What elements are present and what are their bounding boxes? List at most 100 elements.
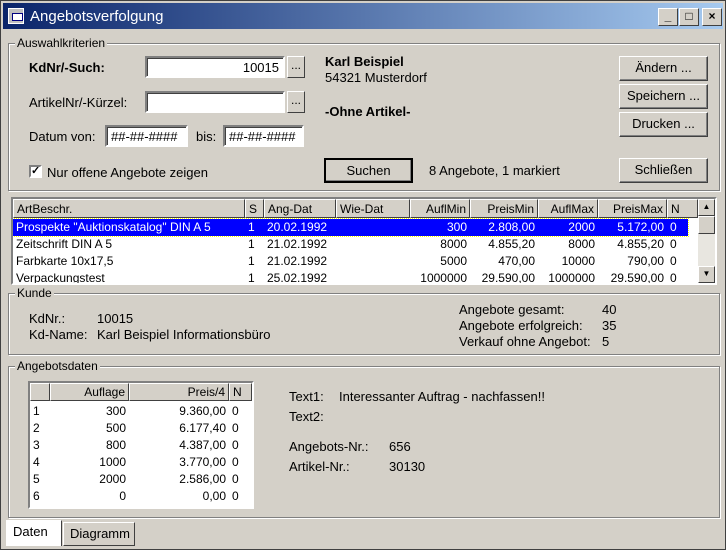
col-preismax[interactable]: PreisMax: [598, 199, 667, 218]
angebotsnr-value: 656: [389, 439, 411, 454]
col-auflmax[interactable]: AuflMax: [538, 199, 598, 218]
kdnr-lookup-button[interactable]: ...: [287, 56, 305, 78]
cell-ang-dat: 21.02.1992: [267, 237, 328, 251]
minimize-button[interactable]: _: [658, 8, 678, 26]
kdnr-input[interactable]: 10015: [145, 56, 285, 78]
cell-auflmin: 300: [446, 220, 467, 234]
grid-cell-auflage: 500: [105, 421, 126, 435]
col-auflmin[interactable]: AuflMin: [410, 199, 470, 218]
grid-cell-n: 0: [232, 438, 239, 452]
table-row[interactable]: Verpackungstest 1 25.02.1992 1000000 29.…: [13, 270, 688, 285]
drucken-button[interactable]: Drucken ...: [619, 112, 708, 137]
selection-group-label: Auswahlkriterien: [15, 36, 108, 50]
maximize-button[interactable]: □: [679, 8, 699, 26]
scroll-up-icon[interactable]: ▲: [698, 199, 715, 216]
cell-auflmin: 5000: [440, 254, 467, 268]
grid-row[interactable]: 3 800 4.387,00 0: [30, 437, 252, 454]
col-ang-dat[interactable]: Ang-Dat: [264, 199, 336, 218]
cell-s: 1: [248, 254, 255, 268]
col-artbeschr[interactable]: ArtBeschr.: [13, 199, 245, 218]
artikel-lookup-button[interactable]: ...: [287, 91, 305, 113]
offer-data-group-label: Angebotsdaten: [15, 359, 100, 373]
table-row[interactable]: Farbkarte 10x17,5 1 21.02.1992 5000 470,…: [13, 253, 688, 270]
grid-col-index: [30, 383, 50, 401]
grid-row[interactable]: 2 500 6.177,40 0: [30, 420, 252, 437]
title-bar[interactable]: Angebotsverfolgung _ □ ×: [3, 3, 723, 29]
grid-cell-auflage: 0: [119, 489, 126, 503]
col-preismin[interactable]: PreisMin: [470, 199, 538, 218]
kdnr-label: KdNr/-Such:: [29, 60, 105, 75]
datum-von-label: Datum von:: [29, 129, 96, 144]
cell-preismin: 29.590,00: [481, 271, 535, 285]
grid-row[interactable]: 1 300 9.360,00 0: [30, 403, 252, 420]
schliessen-button[interactable]: Schließen: [619, 158, 708, 183]
cell-preismax: 29.590,00: [610, 271, 664, 285]
text1-label: Text1:: [289, 389, 324, 404]
grid-cell-index: 5: [33, 472, 40, 486]
angebotsnr-label: Angebots-Nr.:: [289, 439, 369, 454]
grid-cell-preis: 6.177,40: [179, 421, 226, 435]
stat-ohne-angebot-label: Verkauf ohne Angebot:: [459, 334, 591, 349]
app-icon: [8, 8, 24, 24]
col-wie-dat[interactable]: Wie-Dat: [336, 199, 410, 218]
suchen-button[interactable]: Suchen: [324, 158, 413, 183]
stat-erfolgreich-label: Angebote erfolgreich:: [459, 318, 583, 333]
offers-list[interactable]: ArtBeschr. S Ang-Dat Wie-Dat AuflMin Pre…: [11, 197, 717, 285]
stat-ohne-angebot-value: 5: [602, 334, 610, 349]
grid-col-n: N: [229, 383, 252, 401]
article-info: -Ohne Artikel-: [325, 104, 411, 119]
grid-col-auflage: Auflage: [50, 383, 129, 401]
speichern-button[interactable]: Speichern ...: [619, 84, 708, 109]
cell-n: 0: [670, 220, 677, 234]
cust-kdname-label: Kd-Name:: [29, 327, 88, 342]
grid-cell-auflage: 800: [105, 438, 126, 452]
cell-artbeschr: Prospekte "Auktionskatalog" DIN A 5: [16, 220, 211, 234]
aendern-button[interactable]: Ändern ...: [619, 56, 708, 81]
cell-artbeschr: Farbkarte 10x17,5: [16, 254, 114, 268]
scroll-thumb[interactable]: [698, 216, 715, 234]
artikelnr-value: 30130: [389, 459, 426, 474]
grid-cell-n: 0: [232, 404, 239, 418]
grid-row[interactable]: 4 1000 3.770,00 0: [30, 454, 252, 471]
text1-value: Interessanter Auftrag - nachfassen!!: [339, 389, 545, 404]
grid-header: Auflage Preis/4 N: [30, 383, 252, 401]
customer-group-label: Kunde: [15, 286, 54, 300]
grid-row[interactable]: 6 0 0,00 0: [30, 488, 252, 505]
nur-offene-checkbox[interactable]: ✓: [29, 165, 42, 178]
offer-price-grid[interactable]: Auflage Preis/4 N 1 300 9.360,00 0 2 500…: [28, 381, 254, 509]
grid-cell-n: 0: [232, 455, 239, 469]
window-title: Angebotsverfolgung: [30, 8, 164, 25]
cell-auflmin: 1000000: [420, 271, 467, 285]
grid-cell-preis: 3.770,00: [179, 455, 226, 469]
customer-city: 54321 Musterdorf: [325, 70, 427, 85]
cell-ang-dat: 25.02.1992: [267, 271, 328, 285]
grid-cell-index: 3: [33, 438, 40, 452]
grid-cell-auflage: 2000: [99, 472, 126, 486]
close-button[interactable]: ×: [702, 8, 722, 26]
nur-offene-label: Nur offene Angebote zeigen: [47, 165, 208, 180]
cell-preismax: 4.855,20: [617, 237, 664, 251]
artikel-input[interactable]: [145, 91, 285, 113]
datum-bis-input[interactable]: ##-##-####: [223, 125, 304, 147]
offers-list-scrollbar[interactable]: ▲ ▼: [698, 199, 715, 283]
grid-cell-index: 1: [33, 404, 40, 418]
grid-cell-preis: 2.586,00: [179, 472, 226, 486]
grid-cell-auflage: 1000: [99, 455, 126, 469]
col-n[interactable]: N: [667, 199, 698, 218]
tab-daten[interactable]: Daten: [6, 520, 62, 546]
grid-cell-index: 6: [33, 489, 40, 503]
artikelnr-label: Artikel-Nr.:: [289, 459, 350, 474]
tab-diagramm[interactable]: Diagramm: [63, 522, 135, 546]
scroll-down-icon[interactable]: ▼: [698, 266, 715, 283]
cell-auflmax: 1000000: [548, 271, 595, 285]
table-row[interactable]: Prospekte "Auktionskatalog" DIN A 5 1 20…: [13, 218, 689, 237]
col-s[interactable]: S: [245, 199, 264, 218]
datum-von-input[interactable]: ##-##-####: [105, 125, 188, 147]
grid-col-preis: Preis/4: [129, 383, 229, 401]
cell-preismin: 2.808,00: [488, 220, 535, 234]
grid-row[interactable]: 5 2000 2.586,00 0: [30, 471, 252, 488]
grid-cell-n: 0: [232, 489, 239, 503]
main-window: Angebotsverfolgung _ □ × Auswahlkriterie…: [0, 0, 726, 550]
table-row[interactable]: Zeitschrift DIN A 5 1 21.02.1992 8000 4.…: [13, 236, 688, 253]
cell-wie-dat: [336, 253, 410, 270]
